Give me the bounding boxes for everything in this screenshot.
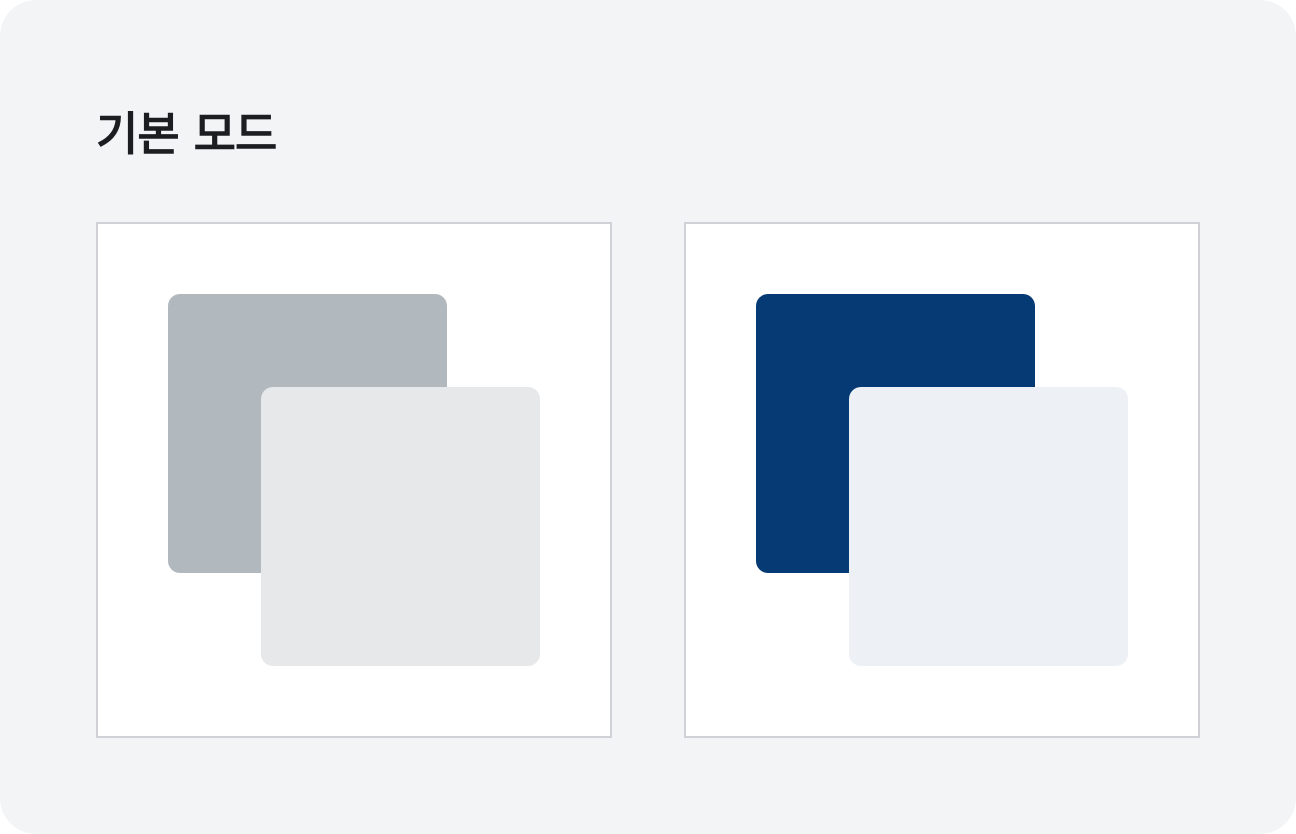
- front-square: [849, 387, 1128, 666]
- mode-card: 기본 모드: [0, 0, 1296, 834]
- preview-panel-gray: [96, 222, 612, 738]
- front-square: [261, 387, 540, 666]
- mode-title: 기본 모드: [96, 107, 277, 161]
- preview-panel-blue: [684, 222, 1200, 738]
